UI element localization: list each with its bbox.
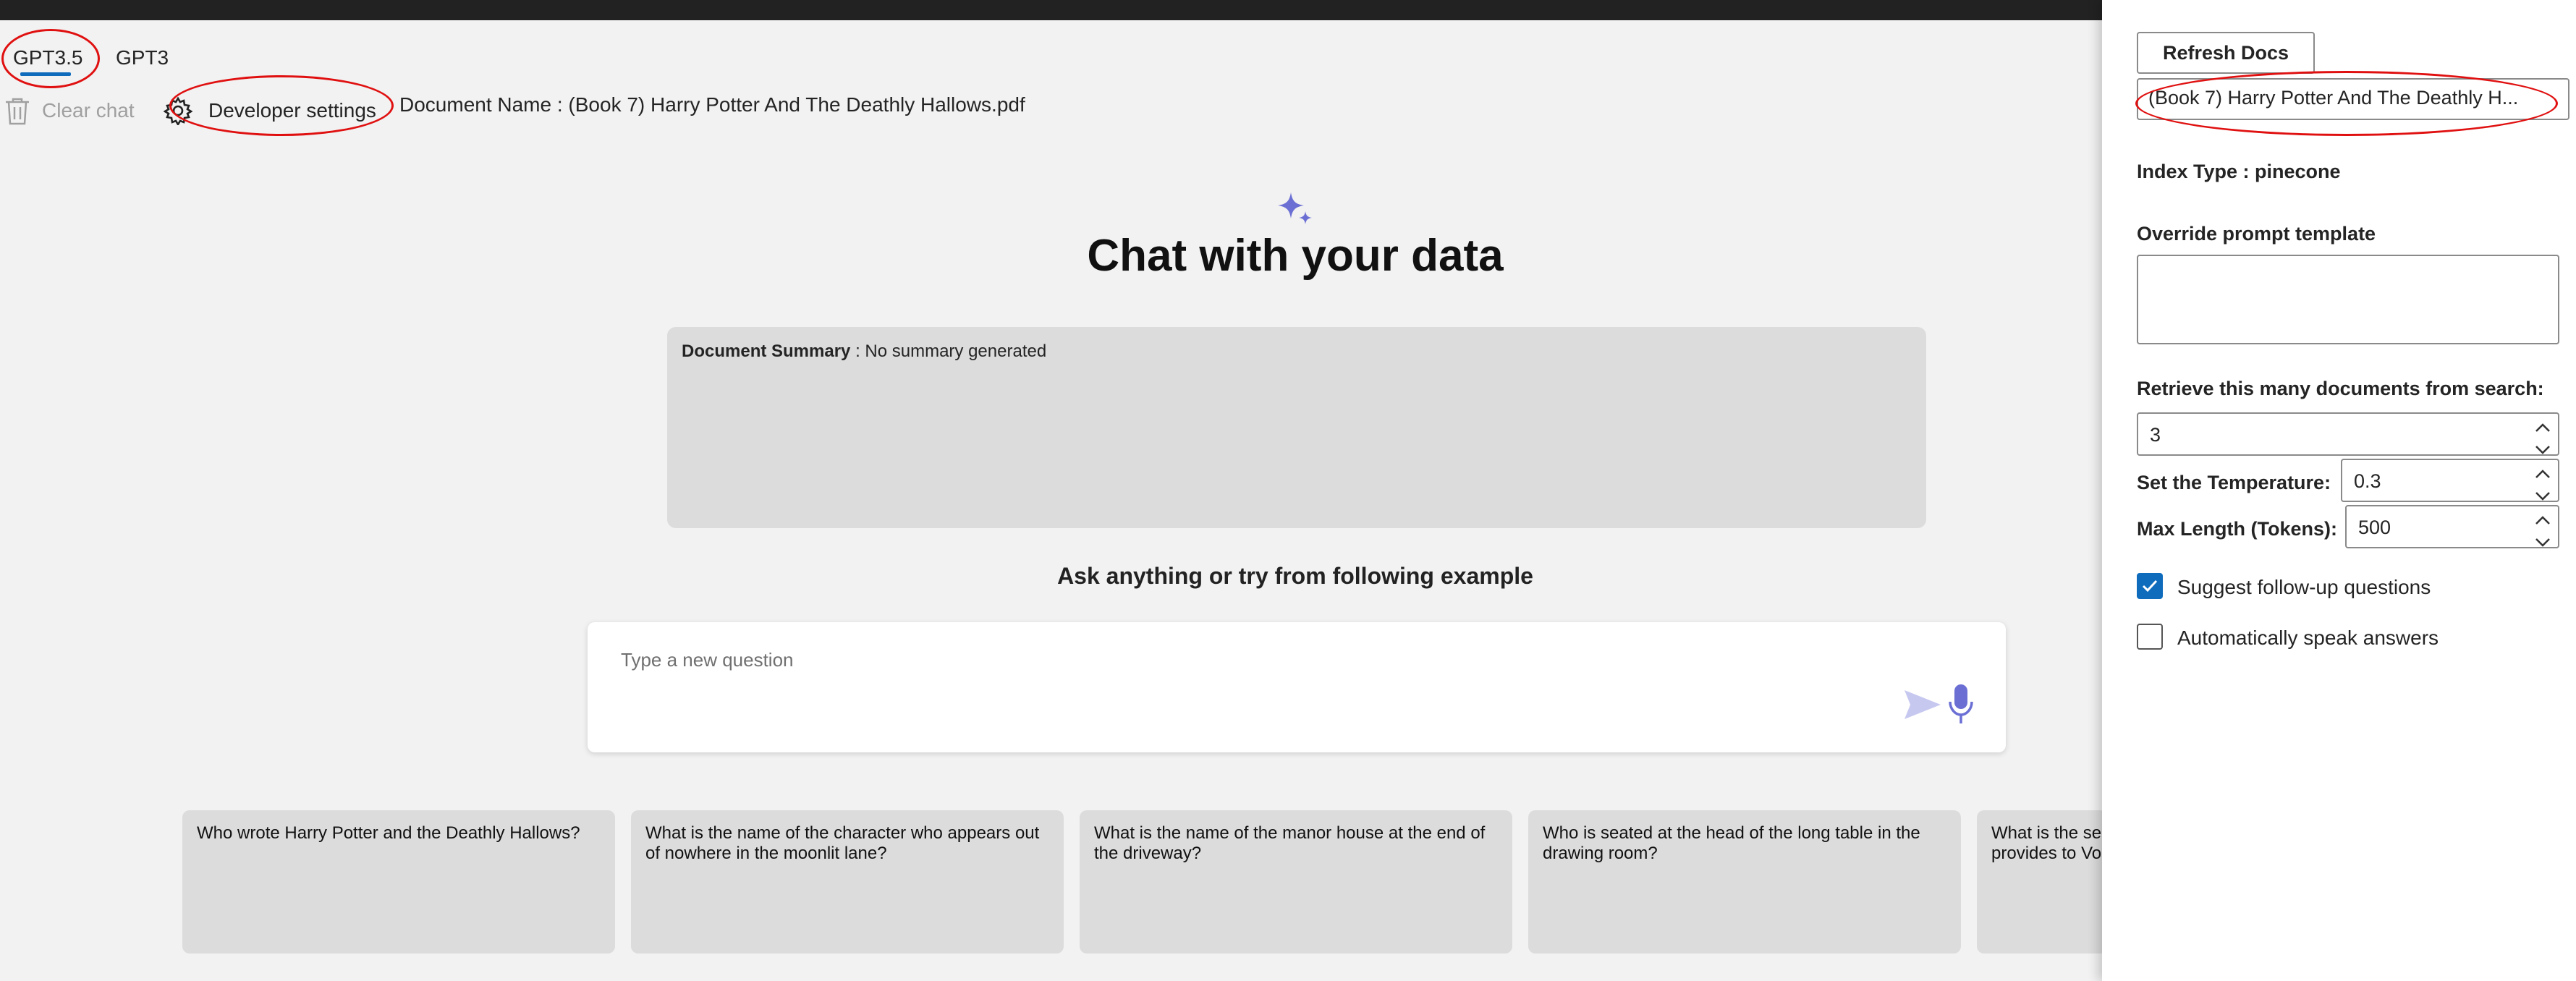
selected-document: (Book 7) Harry Potter And The Deathly H.… bbox=[2148, 87, 2519, 109]
document-name: Document Name : (Book 7) Harry Potter An… bbox=[399, 93, 1025, 116]
developer-settings-label: Developer settings bbox=[208, 99, 376, 122]
microphone-icon[interactable] bbox=[1948, 683, 1974, 726]
max-length-value: 500 bbox=[2358, 517, 2391, 538]
override-prompt-field[interactable] bbox=[2137, 255, 2559, 344]
example-question[interactable]: Who is seated at the head of the long ta… bbox=[1528, 810, 1961, 954]
suggest-followup-label: Suggest follow-up questions bbox=[2177, 576, 2431, 598]
chevron-up-icon[interactable] bbox=[2535, 508, 2551, 530]
document-summary: Document Summary : No summary generated bbox=[667, 327, 1926, 528]
example-question[interactable]: Who wrote Harry Potter and the Deathly H… bbox=[182, 810, 615, 954]
trash-icon bbox=[3, 95, 32, 126]
retrieve-count-value: 3 bbox=[2150, 424, 2161, 446]
max-length-label: Max Length (Tokens): bbox=[2137, 518, 2338, 540]
suggest-followup-checkbox[interactable] bbox=[2137, 573, 2163, 599]
tab-gpt35[interactable]: GPT3.5 bbox=[13, 46, 82, 69]
chevron-down-icon[interactable] bbox=[2535, 530, 2551, 553]
retrieve-count-label: Retrieve this many documents from search… bbox=[2137, 378, 2544, 399]
summary-label: Document Summary bbox=[682, 341, 851, 361]
question-box bbox=[588, 622, 2006, 752]
sparkle-icon bbox=[1276, 190, 1314, 227]
summary-text: : No summary generated bbox=[855, 341, 1047, 361]
retrieve-count-stepper[interactable]: 3 bbox=[2137, 412, 2559, 456]
chevron-up-icon[interactable] bbox=[2535, 415, 2551, 438]
auto-speak-checkbox[interactable] bbox=[2137, 624, 2163, 650]
page-title: Chat with your data bbox=[1087, 231, 1504, 281]
active-tab-indicator bbox=[20, 72, 71, 76]
gear-icon bbox=[163, 96, 193, 127]
index-type: Index Type : pinecone bbox=[2137, 161, 2341, 182]
chevron-up-icon[interactable] bbox=[2535, 462, 2551, 484]
send-icon[interactable] bbox=[1903, 687, 1942, 722]
override-prompt-label: Override prompt template bbox=[2137, 223, 2376, 245]
checkmark-icon bbox=[2138, 579, 2161, 600]
temperature-stepper[interactable]: 0.3 bbox=[2341, 459, 2559, 502]
tab-gpt3[interactable]: GPT3 bbox=[116, 46, 169, 69]
max-length-stepper[interactable]: 500 bbox=[2345, 505, 2559, 548]
developer-settings-panel: Refresh Docs (Book 7) Harry Potter And T… bbox=[2102, 0, 2576, 981]
chevron-down-icon[interactable] bbox=[2535, 484, 2551, 506]
question-input[interactable] bbox=[619, 648, 1852, 672]
refresh-docs-button[interactable]: Refresh Docs bbox=[2137, 32, 2315, 74]
example-question[interactable]: What is the name of the manor house at t… bbox=[1080, 810, 1512, 954]
temperature-value: 0.3 bbox=[2354, 470, 2381, 492]
ask-prompt: Ask anything or try from following examp… bbox=[1057, 563, 1533, 589]
chevron-down-icon[interactable] bbox=[2535, 438, 2551, 460]
clear-chat-label: Clear chat bbox=[42, 99, 135, 122]
temperature-label: Set the Temperature: bbox=[2137, 472, 2331, 493]
auto-speak-label: Automatically speak answers bbox=[2177, 627, 2439, 649]
example-question[interactable]: What is the name of the character who ap… bbox=[631, 810, 1064, 954]
example-question[interactable]: What is the se provides to Vo bbox=[1977, 810, 2107, 954]
developer-settings-button[interactable]: Developer settings bbox=[163, 93, 376, 129]
clear-chat-button[interactable]: Clear chat bbox=[3, 93, 135, 129]
top-bar bbox=[0, 0, 2102, 20]
document-select[interactable]: (Book 7) Harry Potter And The Deathly H.… bbox=[2137, 78, 2569, 120]
